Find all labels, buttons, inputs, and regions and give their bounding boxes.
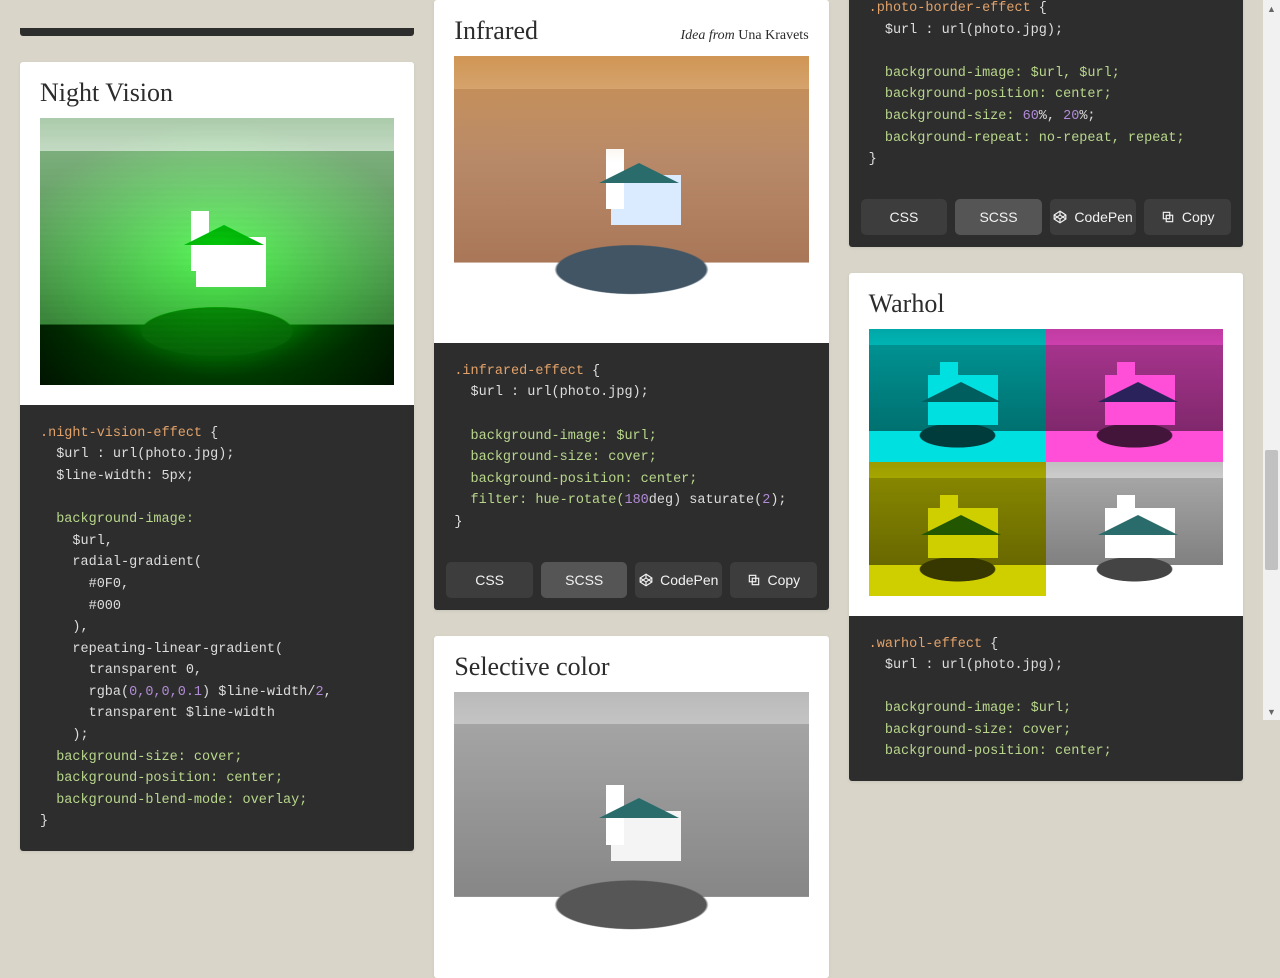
scroll-up-arrow[interactable]: ▲ bbox=[1265, 0, 1278, 17]
page-scrollbar[interactable]: ▲ ▼ bbox=[1263, 0, 1280, 720]
code-block: .warhol-effect { $url : url(photo.jpg); … bbox=[849, 616, 1243, 782]
code-block: .infrared-effect { $url : url(photo.jpg)… bbox=[434, 343, 828, 552]
card-photo-border: .photo-border-effect { $url : url(photo.… bbox=[849, 0, 1243, 247]
demo-image-selective bbox=[454, 692, 808, 959]
card-title: Selective color bbox=[454, 652, 609, 682]
previous-card-stub bbox=[20, 28, 414, 36]
scrollbar-thumb[interactable] bbox=[1265, 450, 1278, 570]
codepen-icon bbox=[639, 573, 653, 587]
demo-image-warhol bbox=[869, 329, 1223, 596]
card-credit: Idea from Una Kravets bbox=[680, 28, 808, 44]
card-infrared: Infrared Idea from Una Kravets .infrared… bbox=[434, 0, 828, 610]
card-title: Infrared bbox=[454, 16, 538, 46]
codepen-button[interactable]: CodePen bbox=[1050, 199, 1137, 235]
codepen-button[interactable]: CodePen bbox=[635, 562, 722, 598]
code-block: .photo-border-effect { $url : url(photo.… bbox=[849, 0, 1243, 189]
code-toolbar: CSS SCSS CodePen Copy bbox=[434, 552, 828, 610]
card-night-vision: Night Vision .night-vision-effect { $url… bbox=[20, 62, 414, 851]
scss-button[interactable]: SCSS bbox=[541, 562, 628, 598]
css-button[interactable]: CSS bbox=[861, 199, 948, 235]
card-title: Night Vision bbox=[40, 78, 173, 108]
code-toolbar: CSS SCSS CodePen Copy bbox=[849, 189, 1243, 247]
card-title: Warhol bbox=[869, 289, 945, 319]
copy-icon bbox=[1161, 210, 1175, 224]
copy-button[interactable]: Copy bbox=[1144, 199, 1231, 235]
scroll-down-arrow[interactable]: ▼ bbox=[1265, 703, 1278, 720]
scss-button[interactable]: SCSS bbox=[955, 199, 1042, 235]
copy-button[interactable]: Copy bbox=[730, 562, 817, 598]
card-warhol: Warhol .warhol-effect { $url : url(photo… bbox=[849, 273, 1243, 781]
css-button[interactable]: CSS bbox=[446, 562, 533, 598]
card-selective-color: Selective color bbox=[434, 636, 828, 978]
code-block: .night-vision-effect { $url : url(photo.… bbox=[20, 405, 414, 851]
codepen-icon bbox=[1053, 210, 1067, 224]
demo-image-infrared bbox=[454, 56, 808, 323]
demo-image-night-vision bbox=[40, 118, 394, 385]
copy-icon bbox=[747, 573, 761, 587]
